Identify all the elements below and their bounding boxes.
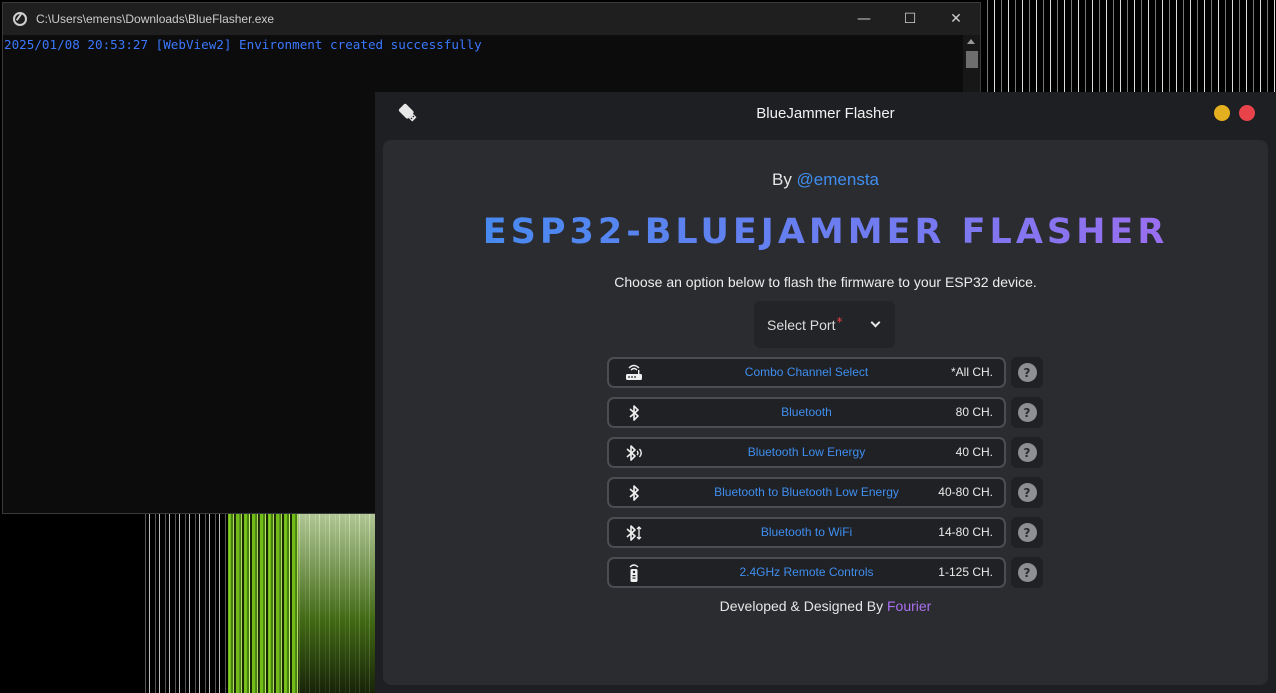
port-select[interactable]: Select Port *: [754, 301, 895, 348]
author-line: By @emensta: [383, 170, 1268, 190]
option-bluetooth[interactable]: Bluetooth 80 CH.: [607, 397, 1006, 428]
help-button-bt-to-ble[interactable]: ?: [1011, 477, 1043, 508]
option-bluetooth-to-ble[interactable]: Bluetooth to Bluetooth Low Energy 40-80 …: [607, 477, 1006, 508]
option-bluetooth-to-wifi[interactable]: Bluetooth to WiFi 14-80 CH.: [607, 517, 1006, 548]
help-button-ble[interactable]: ?: [1011, 437, 1043, 468]
help-button-bt-to-wifi[interactable]: ?: [1011, 517, 1043, 548]
maximize-icon: ☐: [903, 11, 917, 27]
option-label: Combo Channel Select: [744, 365, 869, 379]
option-remote-controls[interactable]: 2.4GHz Remote Controls 1-125 CH.: [607, 557, 1006, 588]
help-icon: ?: [1017, 443, 1037, 462]
option-channels: 40-80 CH.: [938, 485, 993, 499]
console-title: C:\Users\emens\Downloads\BlueFlasher.exe: [36, 12, 275, 26]
close-button[interactable]: ✕: [933, 3, 979, 35]
app-titlebar[interactable]: BlueJammer Flasher: [375, 92, 1276, 134]
option-label: Bluetooth: [781, 405, 832, 419]
option-combo-channel[interactable]: Combo Channel Select *All CH.: [607, 357, 1006, 388]
footer-prefix: Developed & Designed By: [719, 598, 887, 614]
author-link[interactable]: @emensta: [797, 170, 879, 189]
console-titlebar[interactable]: C:\Users\emens\Downloads\BlueFlasher.exe…: [3, 3, 980, 35]
main-panel: By @emensta ESP32-BLUEJAMMER FLASHER Cho…: [383, 140, 1268, 685]
required-marker: *: [836, 314, 843, 329]
console-log-line: 2025/01/08 20:53:27 [WebView2] Environme…: [4, 37, 482, 52]
port-select-label: Select Port: [767, 316, 836, 333]
chevron-down-icon: [870, 317, 881, 328]
help-icon: ?: [1017, 403, 1037, 422]
help-button-bluetooth[interactable]: ?: [1011, 397, 1043, 428]
app-title: BlueJammer Flasher: [756, 104, 895, 122]
close-icon: ✕: [950, 11, 962, 27]
help-icon: ?: [1017, 523, 1037, 542]
help-icon: ?: [1017, 363, 1037, 382]
help-icon: ?: [1017, 563, 1037, 582]
option-channels: 40 CH.: [955, 445, 993, 459]
maximize-button[interactable]: ☐: [887, 3, 933, 35]
close-dot-button[interactable]: [1239, 105, 1255, 121]
minimize-dot-button[interactable]: [1214, 105, 1230, 121]
author-prefix: By: [771, 170, 797, 189]
scroll-thumb[interactable]: [966, 51, 978, 68]
help-icon: ?: [1017, 483, 1037, 502]
option-channels: 14-80 CH.: [938, 525, 993, 539]
option-label: Bluetooth Low Energy: [747, 445, 866, 459]
minimize-button[interactable]: —: [841, 3, 887, 35]
instruction-text: Choose an option below to flash the firm…: [614, 274, 1037, 290]
app-exe-icon: [13, 12, 27, 26]
option-bluetooth-low-energy[interactable]: Bluetooth Low Energy 40 CH.: [607, 437, 1006, 468]
footer-credit: Developed & Designed By Fourier: [383, 598, 1268, 614]
help-button-remote[interactable]: ?: [1011, 557, 1043, 588]
option-channels: 1-125 CH.: [938, 565, 993, 579]
help-button-combo[interactable]: ?: [1011, 357, 1043, 388]
page-title: ESP32-BLUEJAMMER FLASHER: [383, 212, 1268, 252]
flasher-window: BlueJammer Flasher By @emensta ESP32-BLU…: [375, 92, 1276, 693]
option-channels: 80 CH.: [955, 405, 993, 419]
option-channels: *All CH.: [950, 365, 993, 379]
minimize-icon: —: [857, 11, 871, 27]
scroll-up-arrow-icon[interactable]: [967, 39, 975, 44]
footer-author-link[interactable]: Fourier: [887, 598, 931, 614]
usb-drive-icon: [398, 103, 417, 122]
